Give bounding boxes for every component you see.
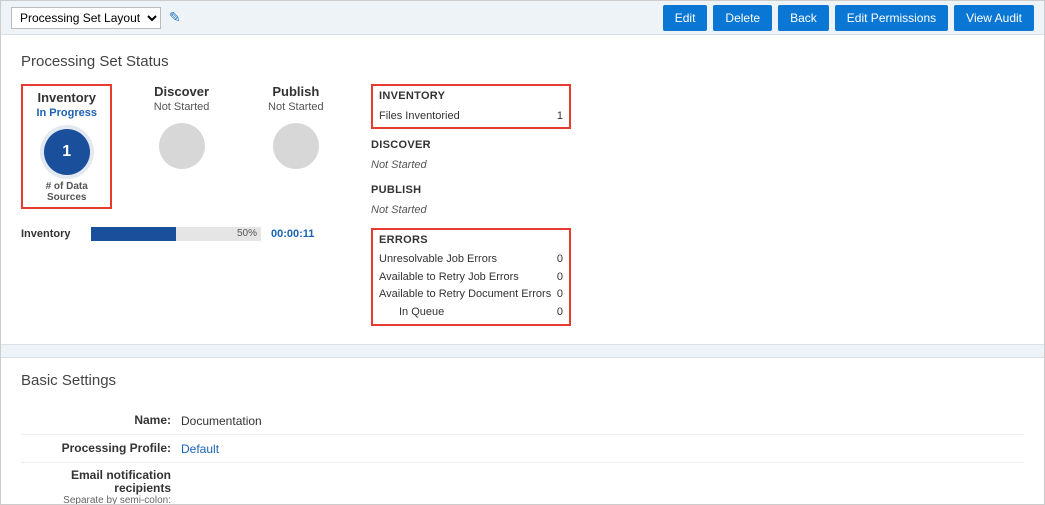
phase-circle-discover xyxy=(159,123,205,169)
top-bar: Processing Set Layout ✎ Edit Delete Back… xyxy=(1,1,1044,35)
err-unresolvable-label: Unresolvable Job Errors xyxy=(379,251,497,269)
setting-row-email: Email notification recipients Separate b… xyxy=(21,463,1024,505)
details-header: ERRORS xyxy=(379,232,563,250)
status-details: INVENTORY Files Inventoried 1 DISCOVER N… xyxy=(371,84,571,334)
delete-button[interactable]: Delete xyxy=(713,5,772,31)
phase-caption: # of Data Sources xyxy=(27,181,106,203)
status-title: Processing Set Status xyxy=(21,53,1024,70)
phase-subtitle: Not Started xyxy=(136,101,226,113)
err-in-queue-value: 0 xyxy=(557,304,563,322)
details-inventory: INVENTORY Files Inventoried 1 xyxy=(371,84,571,129)
err-avail-doc-label: Available to Retry Document Errors xyxy=(379,286,551,304)
details-status: Not Started xyxy=(371,157,571,175)
progress-elapsed: 00:00:11 xyxy=(271,228,314,240)
back-button[interactable]: Back xyxy=(778,5,829,31)
files-inventoried-label: Files Inventoried xyxy=(379,108,460,126)
details-header: PUBLISH xyxy=(371,182,571,200)
phase-circle-value: 1 xyxy=(62,143,71,161)
phase-circle-publish xyxy=(273,123,319,169)
details-publish: PUBLISH Not Started xyxy=(371,182,571,219)
phase-title: Discover xyxy=(136,84,226,99)
phase-discover: Discover Not Started xyxy=(136,84,226,169)
processing-profile-link[interactable]: Default xyxy=(181,442,219,456)
err-avail-job-label: Available to Retry Job Errors xyxy=(379,269,519,287)
phase-title: Inventory xyxy=(27,90,106,105)
progress-label: Inventory xyxy=(21,228,81,240)
err-avail-job-value: 0 xyxy=(557,269,563,287)
setting-label-sub: Separate by semi-colon: xyxy=(21,495,171,505)
setting-row-profile: Processing Profile: Default xyxy=(21,435,1024,463)
setting-label: Name: xyxy=(21,413,181,427)
details-status: Not Started xyxy=(371,202,571,220)
setting-value-name: Documentation xyxy=(181,413,1024,428)
setting-label: Processing Profile: xyxy=(21,441,181,455)
status-section: Processing Set Status Inventory In Progr… xyxy=(1,35,1044,344)
phase-inventory: Inventory In Progress 1 # of Data Source… xyxy=(21,84,112,209)
details-header: INVENTORY xyxy=(379,88,563,106)
details-discover: DISCOVER Not Started xyxy=(371,137,571,174)
section-divider xyxy=(1,344,1044,358)
setting-label-main: Email notification recipients xyxy=(71,468,171,495)
edit-permissions-button[interactable]: Edit Permissions xyxy=(835,5,948,31)
phase-publish: Publish Not Started xyxy=(251,84,341,169)
action-buttons: Edit Delete Back Edit Permissions View A… xyxy=(663,5,1034,31)
basic-settings-section: Basic Settings Name: Documentation Proce… xyxy=(1,358,1044,505)
phase-circle-inventory: 1 xyxy=(44,129,90,175)
details-errors: ERRORS Unresolvable Job Errors 0 Availab… xyxy=(371,228,571,326)
phases-area: Inventory In Progress 1 # of Data Source… xyxy=(21,84,341,241)
progress-percent: 50% xyxy=(237,227,257,241)
setting-row-name: Name: Documentation xyxy=(21,407,1024,435)
progress-bar: 50% xyxy=(91,227,261,241)
view-audit-button[interactable]: View Audit xyxy=(954,5,1034,31)
err-avail-doc-value: 0 xyxy=(557,286,563,304)
phase-subtitle: In Progress xyxy=(27,107,106,119)
edit-layout-icon[interactable]: ✎ xyxy=(169,9,181,26)
err-in-queue-label: In Queue xyxy=(399,304,444,322)
files-inventoried-value: 1 xyxy=(557,108,563,126)
progress-fill xyxy=(91,227,176,241)
settings-title: Basic Settings xyxy=(21,372,1024,389)
phase-title: Publish xyxy=(251,84,341,99)
details-header: DISCOVER xyxy=(371,137,571,155)
edit-button[interactable]: Edit xyxy=(663,5,708,31)
setting-label: Email notification recipients Separate b… xyxy=(21,469,181,505)
phase-subtitle: Not Started xyxy=(251,101,341,113)
layout-select[interactable]: Processing Set Layout xyxy=(11,7,161,29)
setting-value-email xyxy=(181,469,1024,470)
err-unresolvable-value: 0 xyxy=(557,251,563,269)
inventory-progress-row: Inventory 50% 00:00:11 xyxy=(21,227,341,241)
